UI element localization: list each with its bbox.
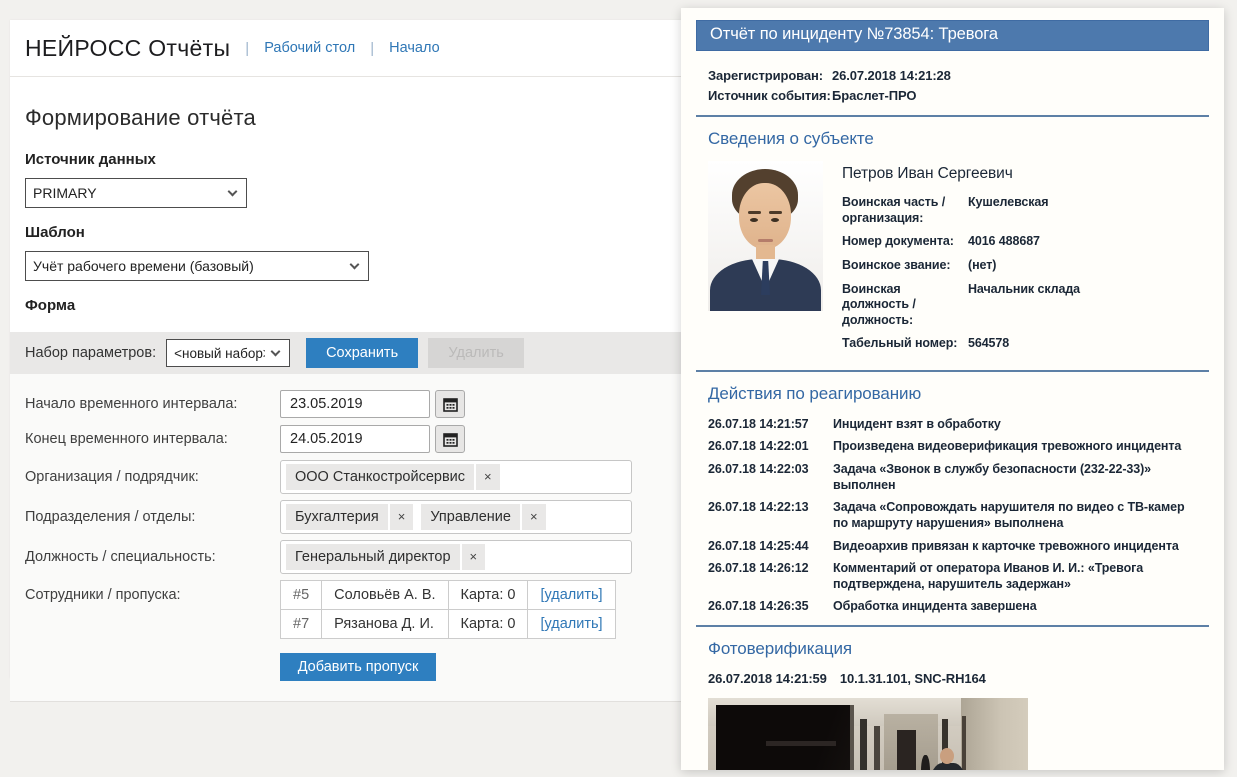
employee-id: #5 xyxy=(281,581,322,610)
nav-separator: | xyxy=(245,40,249,57)
interval-start-input[interactable] xyxy=(280,390,430,418)
remove-employee-link[interactable]: [удалить] xyxy=(540,587,602,603)
app-title: НЕЙРОСС Отчёты xyxy=(25,35,230,62)
position-value: Начальник склада xyxy=(968,282,1080,329)
employee-name: Соловьёв А. В. xyxy=(322,581,448,610)
subject-name: Петров Иван Сергеевич xyxy=(842,165,1209,183)
employee-card: Карта: 0 xyxy=(448,581,528,610)
parameter-set-select[interactable]: <новый набор> xyxy=(166,339,290,367)
section-divider xyxy=(696,625,1209,627)
list-item: 26.07.18 14:22:03Задача «Звонок в службу… xyxy=(708,461,1209,494)
add-pass-button[interactable]: Добавить пропуск xyxy=(280,653,436,681)
position-label: Воинская должность / должность: xyxy=(842,282,968,329)
list-item: 26.07.18 14:21:57Инцидент взят в обработ… xyxy=(708,416,1209,432)
list-item: 26.07.18 14:22:13Задача «Сопровождать на… xyxy=(708,499,1209,532)
nav-link-home[interactable]: Начало xyxy=(389,40,440,56)
departments-tag-input[interactable]: Бухгалтерия × Управление × xyxy=(280,500,632,534)
personnel-number-value: 564578 xyxy=(968,336,1009,352)
parameter-set-label: Набор параметров: xyxy=(25,345,156,361)
employees-table: #5 Соловьёв А. В. Карта: 0 [удалить] #7 … xyxy=(280,580,616,639)
departments-label: Подразделения / отделы: xyxy=(25,509,280,525)
data-source-label: Источник данных xyxy=(25,151,666,168)
tag: Бухгалтерия × xyxy=(286,504,413,530)
form-label: Форма xyxy=(25,297,666,314)
remove-tag-icon[interactable]: × xyxy=(522,504,546,530)
unit-label: Воинская часть / организация: xyxy=(842,195,968,226)
actions-section-heading: Действия по реагированию xyxy=(708,384,1209,404)
remove-tag-icon[interactable]: × xyxy=(462,544,486,570)
calendar-icon[interactable] xyxy=(435,425,465,453)
interval-end-input[interactable] xyxy=(280,425,430,453)
save-button[interactable]: Сохранить xyxy=(306,338,418,368)
data-source-select[interactable]: PRIMARY xyxy=(25,178,247,208)
registered-value: 26.07.2018 14:21:28 xyxy=(832,66,951,86)
position-label: Должность / специальность: xyxy=(25,549,280,565)
nav-separator: | xyxy=(370,40,374,57)
personnel-number-label: Табельный номер: xyxy=(842,336,968,352)
reports-app-card: НЕЙРОСС Отчёты | Рабочий стол | Начало Ф… xyxy=(10,20,681,678)
calendar-icon[interactable] xyxy=(435,390,465,418)
app-header: НЕЙРОСС Отчёты | Рабочий стол | Начало xyxy=(10,20,681,77)
remove-employee-link[interactable]: [удалить] xyxy=(540,616,602,632)
camera-meta: 26.07.2018 14:21:59 10.1.31.101, SNC-RH1… xyxy=(708,671,1209,686)
organization-label: Организация / подрядчик: xyxy=(25,469,280,485)
tag: Генеральный директор × xyxy=(286,544,485,570)
list-item: 26.07.18 14:25:44Видеоархив привязан к к… xyxy=(708,538,1209,554)
unit-value: Кушелевская xyxy=(968,195,1048,226)
table-row: #7 Рязанова Д. И. Карта: 0 [удалить] xyxy=(281,610,616,639)
verification-photo xyxy=(708,698,1028,771)
page-title: Формирование отчёта xyxy=(25,105,666,131)
photo-verification-heading: Фотоверификация xyxy=(708,639,1209,659)
template-select[interactable]: Учёт рабочего времени (базовый) xyxy=(25,251,369,281)
document-label: Номер документа: xyxy=(842,234,968,250)
employees-label: Сотрудники / пропуска: xyxy=(25,580,280,603)
rank-label: Воинское звание: xyxy=(842,258,968,274)
template-label: Шаблон xyxy=(25,224,666,241)
interval-start-label: Начало временного интервала: xyxy=(25,396,280,412)
parameter-set-bar: Набор параметров: <новый набор> Сохранит… xyxy=(10,332,681,374)
camera-id: 10.1.31.101, SNC-RH164 xyxy=(840,671,986,686)
employee-name: Рязанова Д. И. xyxy=(322,610,448,639)
registered-label: Зарегистрирован: xyxy=(708,66,832,86)
subject-block: Петров Иван Сергеевич Воинская часть / о… xyxy=(708,161,1209,360)
tag-label: ООО Станкостройсервис xyxy=(286,464,474,490)
incident-report-card: Отчёт по инциденту №73854: Тревога Зарег… xyxy=(681,8,1224,770)
list-item: 26.07.18 14:26:35Обработка инцидента зав… xyxy=(708,598,1209,614)
list-item: 26.07.18 14:26:12Комментарий от оператор… xyxy=(708,560,1209,593)
organization-tag-input[interactable]: ООО Станкостройсервис × xyxy=(280,460,632,494)
tag-label: Генеральный директор xyxy=(286,544,460,570)
actions-timeline: 26.07.18 14:21:57Инцидент взят в обработ… xyxy=(708,416,1209,615)
section-divider xyxy=(696,370,1209,372)
remove-tag-icon[interactable]: × xyxy=(476,464,500,490)
incident-meta: Зарегистрирован: 26.07.2018 14:21:28 Ист… xyxy=(708,66,1209,105)
tag: ООО Станкостройсервис × xyxy=(286,464,500,490)
tag-label: Бухгалтерия xyxy=(286,504,388,530)
delete-button[interactable]: Удалить xyxy=(428,338,524,368)
employee-card: Карта: 0 xyxy=(448,610,528,639)
rank-value: (нет) xyxy=(968,258,996,274)
camera-timestamp: 26.07.2018 14:21:59 xyxy=(708,671,827,686)
tag-label: Управление xyxy=(421,504,520,530)
event-source-label: Источник события: xyxy=(708,86,832,106)
subject-photo xyxy=(708,161,823,311)
incident-report-title: Отчёт по инциденту №73854: Тревога xyxy=(696,20,1209,51)
nav-link-desktop[interactable]: Рабочий стол xyxy=(264,40,355,56)
document-value: 4016 488687 xyxy=(968,234,1040,250)
report-form: Начало временного интервала: Конец време… xyxy=(10,374,681,702)
interval-end-label: Конец временного интервала: xyxy=(25,431,280,447)
employee-id: #7 xyxy=(281,610,322,639)
position-tag-input[interactable]: Генеральный директор × xyxy=(280,540,632,574)
list-item: 26.07.18 14:22:01Произведена видеоверифи… xyxy=(708,438,1209,454)
table-row: #5 Соловьёв А. В. Карта: 0 [удалить] xyxy=(281,581,616,610)
event-source-value: Браслет-ПРО xyxy=(832,86,916,106)
tag: Управление × xyxy=(421,504,545,530)
section-divider xyxy=(696,115,1209,117)
remove-tag-icon[interactable]: × xyxy=(390,504,414,530)
subject-section-heading: Сведения о субъекте xyxy=(708,129,1209,149)
